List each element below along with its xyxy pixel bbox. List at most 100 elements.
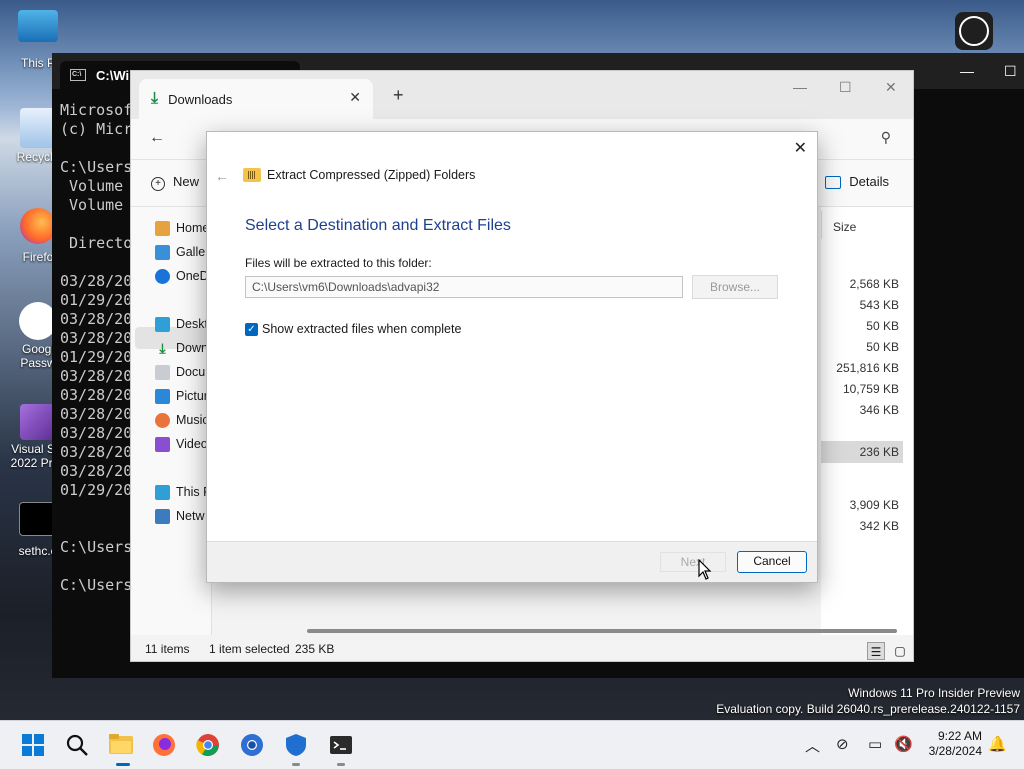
details-label: Details — [849, 174, 889, 189]
maximize-icon[interactable]: ☐ — [839, 79, 852, 96]
chrome-icon[interactable] — [196, 733, 220, 757]
monitor-icon — [155, 484, 170, 500]
cmd-line — [60, 519, 132, 538]
nav-item-onedrive[interactable]: OneD — [155, 265, 211, 287]
dialog-footer: Next Cancel — [207, 541, 817, 582]
search-icon[interactable] — [65, 733, 89, 757]
notification-bell-icon[interactable]: 🔔 — [988, 735, 1007, 753]
close-icon[interactable]: ✕ — [885, 79, 897, 96]
terminal-icon[interactable] — [329, 733, 353, 757]
running-indicator — [337, 763, 345, 766]
nav-item-pictures[interactable]: Pictur — [155, 385, 211, 407]
cloud-icon — [155, 268, 170, 284]
network-icon — [155, 508, 170, 524]
cmd-line: 03/28/20 — [60, 329, 133, 347]
cmd-line: 03/28/20 — [60, 462, 133, 480]
network-disconnected-icon[interactable]: ⊘ — [836, 735, 849, 753]
details-button[interactable]: Details — [825, 174, 889, 190]
cmd-line: 03/28/20 — [60, 310, 133, 328]
nav-item-this-pc[interactable]: This P — [155, 481, 211, 503]
browse-button[interactable]: Browse... — [692, 275, 778, 299]
cmd-line: Volume — [60, 177, 133, 195]
file-size: 50 KB — [866, 319, 899, 333]
cmd-line: 01/29/20 — [60, 291, 133, 309]
nav-item-documents[interactable]: Docu — [155, 361, 211, 383]
nav-label: Video — [176, 437, 208, 451]
nav-label: OneD — [176, 269, 209, 283]
cmd-line: 03/28/20 — [60, 405, 133, 423]
tiles-view-icon[interactable]: ▢ — [891, 642, 909, 660]
clock-date: 3/28/2024 — [928, 744, 982, 758]
chrome-beta-icon[interactable] — [240, 733, 264, 757]
accessibility-icon[interactable] — [955, 12, 993, 50]
next-button[interactable]: Next — [660, 552, 726, 572]
cmd-line: 03/28/20 — [60, 424, 133, 442]
nav-item-home[interactable]: Home — [155, 217, 211, 239]
accessibility-ring — [959, 16, 989, 46]
windows-security-icon[interactable] — [284, 733, 308, 757]
file-size: 2,568 KB — [849, 277, 899, 291]
destination-path-input[interactable]: C:\Users\vm6\Downloads\advapi32 — [245, 276, 683, 298]
nav-item-downloads[interactable]: ⤓ Down — [155, 337, 211, 359]
nav-item-music[interactable]: Music — [155, 409, 211, 431]
nav-label: Deskt — [176, 317, 208, 331]
file-list-size-column: Size 2,568 KB 543 KB 50 KB 50 KB 251,816… — [821, 207, 913, 635]
watermark-line-2: Evaluation copy. Build 26040.rs_prerelea… — [716, 702, 1020, 716]
cancel-button[interactable]: Cancel — [737, 551, 807, 573]
cmd-line: Directo — [60, 234, 133, 252]
watermark-line-1: Windows 11 Pro Insider Preview — [848, 686, 1020, 700]
windows-watermark: Windows 11 Pro Insider Preview Evaluatio… — [716, 685, 1020, 717]
show-files-checkbox-row[interactable]: ✓ Show extracted files when complete — [245, 322, 461, 336]
running-indicator — [116, 763, 130, 766]
nav-item-desktop[interactable]: Deskt — [155, 313, 211, 335]
maximize-icon[interactable]: ☐ — [1004, 63, 1017, 80]
start-icon[interactable] — [21, 733, 45, 757]
firefox-icon[interactable] — [152, 733, 176, 757]
minimize-icon[interactable]: — — [793, 79, 807, 95]
display-icon[interactable]: ▭ — [868, 735, 882, 753]
cmd-icon: C:\ — [70, 69, 86, 81]
mouse-cursor-icon — [698, 559, 712, 580]
cmd-line — [60, 215, 132, 234]
minimize-icon[interactable]: — — [960, 63, 974, 79]
music-icon — [155, 412, 170, 428]
status-bar: 11 items 1 item selected 235 KB ☰ ▢ — [131, 635, 913, 661]
back-arrow-icon[interactable]: ← — [215, 168, 229, 184]
navigation-pane: Home Galler OneD Deskt ⤓ Down Docu Pictur… — [131, 207, 212, 635]
nav-item-gallery[interactable]: Galler — [155, 241, 211, 263]
horizontal-scrollbar[interactable] — [307, 629, 897, 633]
cmd-output: Microsof (c) Micr C:\Users Volume Volume … — [60, 101, 132, 595]
cmd-line: 03/28/20 — [60, 386, 133, 404]
search-icon[interactable]: ⚲ — [881, 129, 891, 146]
close-icon[interactable]: ✕ — [794, 138, 807, 158]
details-pane-icon — [825, 176, 842, 190]
file-explorer-icon[interactable] — [108, 731, 136, 755]
details-view-icon[interactable]: ☰ — [867, 642, 885, 660]
nav-item-network[interactable]: Netw — [155, 505, 211, 527]
download-icon: ⤓ — [159, 339, 166, 356]
nav-item-videos[interactable]: Video — [155, 433, 211, 455]
explorer-tabbar: ⤓ Downloads ✕ + — ☐ ✕ — [131, 71, 913, 119]
file-size: 236 KB — [859, 445, 899, 459]
file-size: 251,816 KB — [836, 361, 899, 375]
new-tab-button[interactable]: + — [393, 85, 404, 106]
checkbox-checked-icon[interactable]: ✓ — [245, 322, 258, 336]
pictures-icon — [155, 388, 170, 404]
system-clock[interactable]: 9:22 AM 3/28/2024 — [910, 729, 982, 759]
clock-time: 9:22 AM — [937, 729, 982, 743]
cmd-line: 03/28/20 — [60, 272, 133, 290]
home-icon — [155, 220, 170, 236]
size-column-header[interactable]: Size — [833, 220, 856, 234]
nav-label: Music — [176, 413, 209, 427]
column-separator — [821, 211, 822, 239]
chevron-up-icon[interactable]: ︿ — [805, 735, 820, 756]
close-tab-icon[interactable]: ✕ — [349, 89, 361, 106]
selection-count: 1 item selected — [209, 642, 290, 656]
file-size: 50 KB — [866, 340, 899, 354]
tab-downloads[interactable]: ⤓ Downloads ✕ — [139, 79, 373, 119]
nav-label: Netw — [176, 509, 205, 523]
desktop-icon — [155, 316, 170, 332]
nav-label: Docu — [176, 365, 206, 379]
new-button[interactable]: + New — [151, 174, 199, 191]
back-arrow-icon[interactable]: ← — [149, 129, 165, 147]
